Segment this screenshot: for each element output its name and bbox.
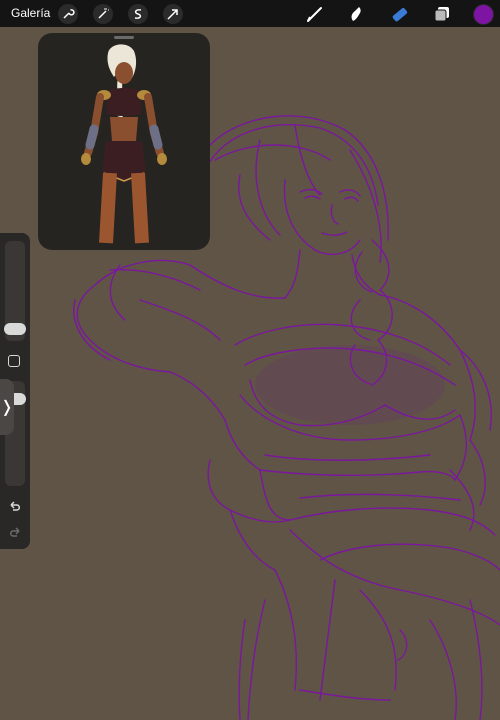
transform-arrow-icon[interactable] [163, 4, 183, 24]
undo-icon[interactable] [7, 499, 23, 515]
top-toolbar: Galería [0, 0, 500, 27]
reference-drag-handle[interactable] [114, 36, 134, 39]
brush-icon[interactable] [304, 3, 326, 25]
reference-window[interactable] [38, 33, 210, 250]
gallery-button[interactable]: Galería [11, 6, 50, 20]
brush-size-slider[interactable] [4, 241, 26, 341]
sidebar-toggle[interactable]: ❭ [0, 379, 14, 435]
selection-icon[interactable] [128, 4, 148, 24]
smudge-icon[interactable] [345, 3, 367, 25]
reference-character-image [81, 44, 167, 244]
current-color-button[interactable] [473, 4, 494, 25]
modify-square-button[interactable] [8, 355, 20, 367]
layers-icon[interactable] [431, 3, 453, 25]
redo-icon[interactable] [7, 525, 23, 541]
eraser-icon[interactable] [389, 3, 411, 25]
brush-size-knob[interactable] [4, 323, 26, 335]
wrench-icon[interactable] [58, 4, 78, 24]
magic-wand-icon[interactable] [93, 4, 113, 24]
